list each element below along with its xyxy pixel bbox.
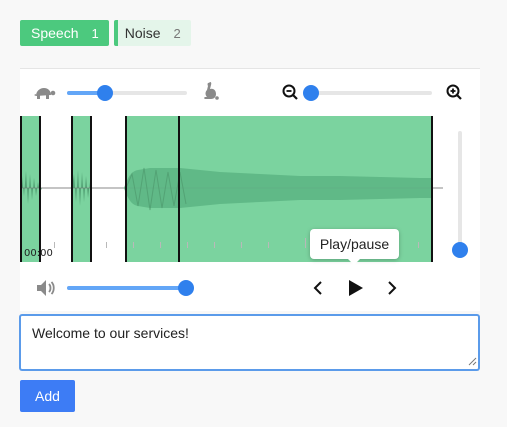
vertical-zoom-slider[interactable] [452, 131, 468, 258]
label-list: Speech 1 Noise 2 [20, 20, 191, 46]
rabbit-icon[interactable] [200, 81, 220, 103]
speed-slider-thumb[interactable] [97, 85, 113, 101]
region-boundary[interactable] [71, 116, 73, 262]
label-name: Noise [124, 25, 161, 41]
region-boundary[interactable] [431, 116, 433, 262]
resize-handle-icon[interactable] [468, 357, 477, 366]
zoom-in-icon[interactable] [446, 84, 462, 100]
label-chip-noise[interactable]: Noise 2 [113, 20, 191, 46]
tooltip-text: Play/pause [319, 236, 390, 252]
add-button[interactable]: Add [20, 380, 75, 412]
volume-slider-thumb[interactable] [178, 280, 194, 296]
volume-slider[interactable] [67, 280, 194, 296]
vertical-zoom-thumb[interactable] [452, 242, 468, 258]
region-boundary[interactable] [90, 116, 92, 262]
audio-player: 00:00 [20, 68, 480, 311]
region-boundary[interactable] [125, 116, 127, 262]
play-pause-tooltip: Play/pause [310, 229, 399, 265]
timeline-start-label: 00:00 [24, 248, 53, 259]
label-hotkey: 2 [173, 25, 181, 41]
zoom-slider[interactable] [303, 85, 432, 101]
volume-icon[interactable] [36, 279, 56, 297]
region-boundary[interactable] [20, 116, 22, 262]
transcript-input[interactable]: Welcome to our services! [20, 315, 479, 370]
label-chip-speech[interactable]: Speech 1 [20, 20, 109, 46]
labeling-app: Speech 1 Noise 2 00:00 Play/pause Welcom… [0, 0, 507, 427]
turtle-icon[interactable] [32, 84, 56, 102]
speed-slider[interactable] [67, 85, 187, 101]
chevron-right-icon[interactable] [387, 280, 397, 296]
label-hotkey: 1 [91, 25, 99, 41]
region-boundary[interactable] [39, 116, 41, 262]
label-name: Speech [31, 25, 79, 41]
play-icon[interactable] [348, 279, 364, 297]
zoom-slider-thumb[interactable] [303, 85, 319, 101]
zoom-out-icon[interactable] [282, 84, 298, 100]
chevron-left-icon[interactable] [313, 280, 323, 296]
region-boundary[interactable] [178, 116, 180, 262]
